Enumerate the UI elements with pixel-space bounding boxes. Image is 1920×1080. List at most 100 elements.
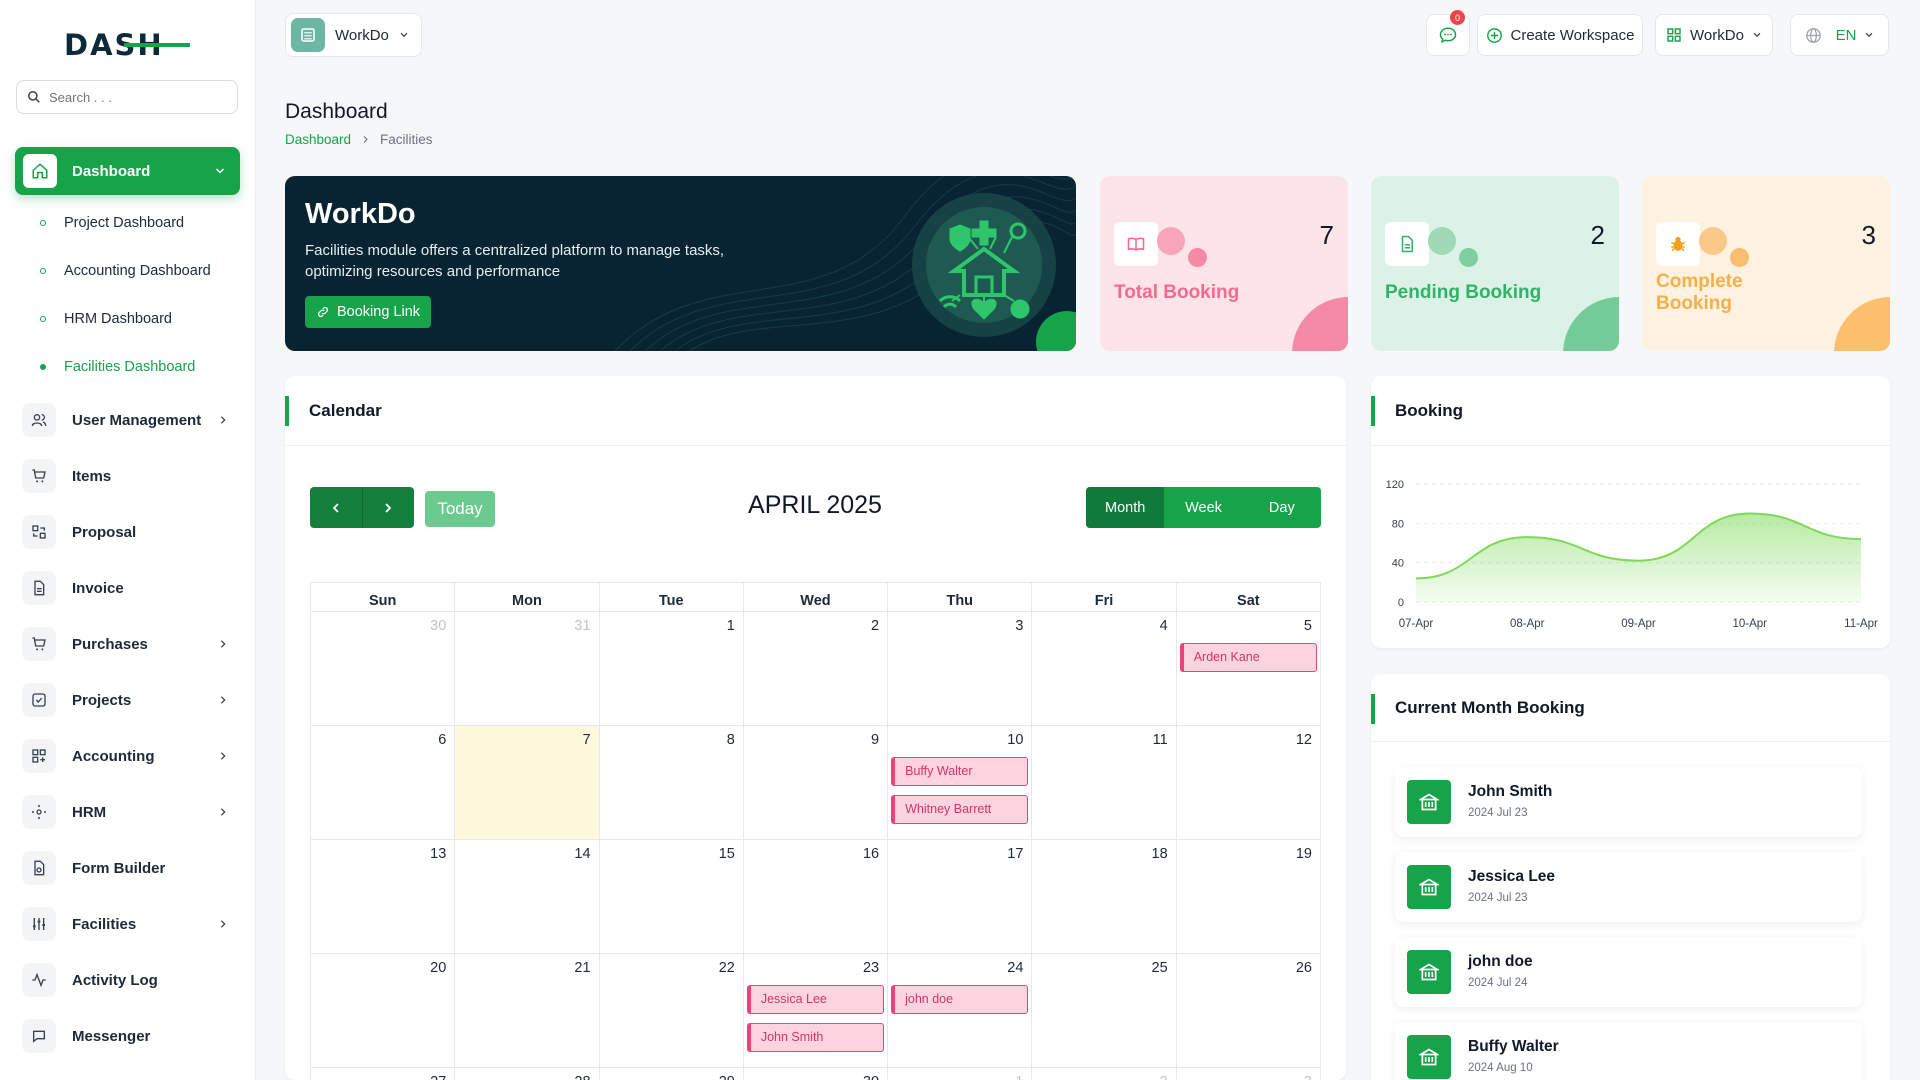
calendar-day-cell[interactable]: 2 [742,611,889,726]
sidebar-subitem-facilities-dashboard[interactable]: Facilities Dashboard [0,347,255,387]
calendar-day-cell[interactable]: 18 [1031,839,1177,954]
calendar-day-cell[interactable]: 27 [309,1067,456,1080]
calendar-day-cell[interactable]: 17 [887,839,1033,954]
calendar-day-cell[interactable]: 11 [1031,725,1177,840]
calendar-day-cell[interactable]: 24 john doe [887,953,1033,1068]
language-switcher[interactable]: EN [1790,14,1889,56]
calendar-day-number: 23 [862,960,880,976]
calendar-event[interactable]: Jessica Lee [746,985,885,1014]
calendar-day-cell[interactable]: 19 [1175,839,1322,954]
dash-logo[interactable]: DASH [64,28,190,62]
calendar-event[interactable]: john doe [891,985,1029,1014]
sidebar-item-items[interactable]: Items [0,452,255,500]
booking-link-button[interactable]: Booking Link [305,296,432,328]
weekday-header: Wed [742,582,889,612]
calendar-day-cell[interactable]: 26 [1175,953,1322,1068]
create-workspace-button[interactable]: Create Workspace [1477,14,1643,56]
sidebar-item-user-management[interactable]: User Management [0,396,255,444]
chevron-right-icon [220,808,226,816]
calendar-day-cell[interactable]: 29 [598,1067,744,1080]
calendar-event[interactable]: Arden Kane [1179,643,1317,672]
calendar-day-cell[interactable]: 12 [1175,725,1322,840]
calendar-day-cell[interactable]: 3 [887,611,1033,726]
workspace-switcher[interactable]: WorkDo [285,13,422,57]
calendar-day-cell[interactable]: 6 [309,725,456,840]
calendar-day-cell[interactable]: 8 [598,725,744,840]
sidebar-subitem-project-dashboard[interactable]: Project Dashboard [0,203,255,243]
weekday-header: Sat [1175,582,1322,612]
search-box[interactable] [16,80,238,114]
calendar-day-cell[interactable]: 2 [1031,1067,1177,1080]
calendar-day-cell[interactable]: 30 [309,611,456,726]
calendar-day-cell[interactable]: 15 [598,839,744,954]
calendar-prev-button[interactable] [310,487,363,528]
sidebar-item-projects[interactable]: Projects [0,676,255,724]
decorative-circle [1730,248,1749,267]
globe-icon [1805,27,1821,43]
booking-list-item[interactable]: Jessica Lee 2024 Jul 23 [1395,852,1862,922]
calendar-day-cell[interactable]: 21 [454,953,600,1068]
calendar-day-cell[interactable]: 4 [1031,611,1177,726]
facilities-illustration [912,193,1056,337]
workspace-avatar [291,18,325,52]
booking-list-item[interactable]: john doe 2024 Jul 24 [1395,937,1862,1007]
sidebar-item-messenger[interactable]: Messenger [0,1012,255,1060]
calendar-next-button[interactable] [363,487,415,528]
calendar-day-cell[interactable]: 23 Jessica Lee John Smith [742,953,889,1068]
sidebar-item-dashboard[interactable]: Dashboard [15,147,240,195]
sidebar-item-hrm[interactable]: HRM [0,788,255,836]
calendar-day-cell[interactable]: 22 [598,953,744,1068]
search-input[interactable] [49,89,219,105]
chevron-down-icon [400,32,408,38]
decorative-circle [1428,227,1456,255]
stat-card-complete-booking: 3 Complete Booking [1642,176,1890,351]
current-month-booking-title: Current Month Booking [1371,674,1890,742]
calendar-day-cell[interactable]: 30 [742,1067,889,1080]
calendar-event[interactable]: Whitney Barrett [891,795,1029,824]
sidebar-item-purchases[interactable]: Purchases [0,620,255,668]
calendar-day-number: 30 [430,618,447,634]
calendar-day-cell[interactable]: 1 [598,611,744,726]
calendar-day-cell[interactable]: 7 [454,725,600,840]
calendar-day-cell[interactable]: 25 [1031,953,1177,1068]
calendar-event[interactable]: Buffy Walter [891,757,1029,786]
breadcrumb-dashboard-link[interactable]: Dashboard [285,132,351,147]
chevron-left-icon [332,502,339,513]
calendar-day-cell[interactable]: 28 [454,1067,600,1080]
messages-button[interactable]: 0 [1426,10,1470,56]
sidebar-item-facilities[interactable]: Facilities [0,900,255,948]
calendar-day-cell[interactable]: 1 [887,1067,1033,1080]
bullet-icon [40,316,46,322]
calendar-day-cell[interactable]: 10 Buffy Walter Whitney Barrett [887,725,1033,840]
view-week-button[interactable]: Week [1164,487,1242,528]
booking-list-item[interactable]: Buffy Walter 2024 Aug 10 [1395,1022,1862,1080]
calendar-day-cell[interactable]: 3 [1175,1067,1322,1080]
calendar-day-cell[interactable]: 16 [742,839,889,954]
calendar-day-cell[interactable]: 14 [454,839,600,954]
calendar-day-cell[interactable]: 5 Arden Kane [1175,611,1322,726]
sidebar-subitem-accounting-dashboard[interactable]: Accounting Dashboard [0,251,255,291]
sidebar-item-form-builder[interactable]: Form Builder [0,844,255,892]
sidebar-item-activity-log[interactable]: Activity Log [0,956,255,1004]
check-square-icon [22,683,56,717]
current-month-booking-panel: Current Month Booking John Smith 2024 Ju… [1371,674,1890,1080]
calendar-day-cell[interactable]: 31 [454,611,600,726]
sidebar-subitem-hrm-dashboard[interactable]: HRM Dashboard [0,299,255,339]
cart-icon [22,459,56,493]
calendar-day-number: 6 [438,732,447,748]
calendar-day-cell[interactable]: 9 [742,725,889,840]
calendar-day-cell[interactable]: 20 [309,953,456,1068]
calendar-day-number: 3 [1304,1074,1312,1080]
booking-list-item[interactable]: John Smith 2024 Jul 23 [1395,767,1862,837]
sidebar-item-accounting[interactable]: Accounting [0,732,255,780]
stat-card-total-booking: 7 Total Booking [1100,176,1348,351]
calendar-event[interactable]: John Smith [746,1023,885,1052]
sidebar-item-proposal[interactable]: Proposal [0,508,255,556]
calendar-today-button[interactable]: Today [425,491,495,527]
calendar-day-cell[interactable]: 13 [309,839,456,954]
view-month-button[interactable]: Month [1086,487,1165,528]
view-day-button[interactable]: Day [1243,487,1321,528]
bullet-icon [40,268,46,274]
company-switcher[interactable]: WorkDo [1655,14,1773,56]
sidebar-item-invoice[interactable]: Invoice [0,564,255,612]
